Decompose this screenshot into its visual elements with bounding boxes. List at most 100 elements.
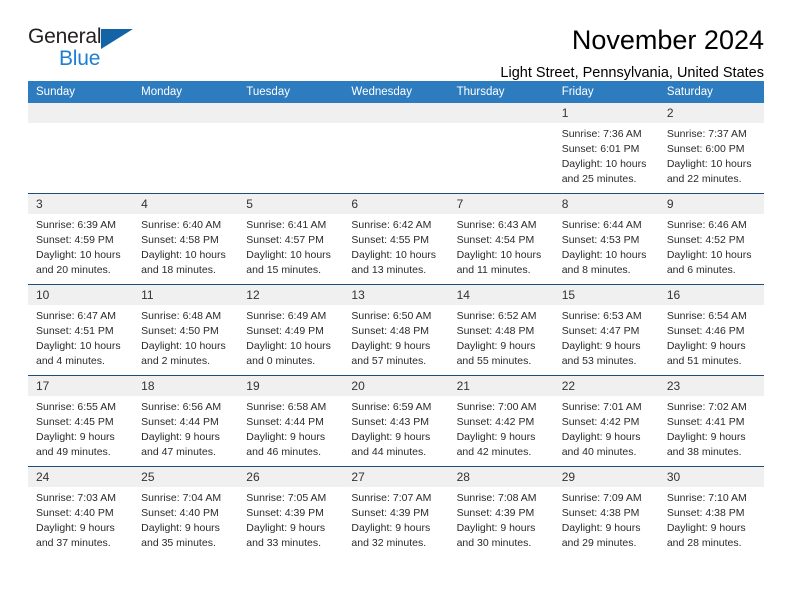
calendar-day-cell[interactable]: 8 Sunrise: 6:44 AM Sunset: 4:53 PM Daylight… bbox=[553, 193, 659, 285]
calendar-day-cell[interactable]: 24 Sunrise: 7:03 AM Sunset: 4:40 PM Dayligh… bbox=[28, 466, 134, 557]
sunset-time: Sunset: 4:57 PM bbox=[246, 234, 324, 247]
sunrise-time: Sunrise: 7:09 AM bbox=[561, 492, 642, 505]
calendar-cell-empty bbox=[238, 103, 344, 194]
daylight-duration: Daylight: 9 hours and 28 minutes. bbox=[666, 522, 746, 550]
calendar-day-cell[interactable]: 27 Sunrise: 7:07 AM Sunset: 4:39 PM Dayligh… bbox=[343, 466, 449, 557]
day-number: 10 bbox=[28, 285, 134, 306]
calendar-day-cell[interactable]: 22 Sunrise: 7:01 AM Sunset: 4:42 PM Dayligh… bbox=[553, 375, 659, 467]
calendar-day-cell[interactable]: 26 Sunrise: 7:05 AM Sunset: 4:39 PM Dayligh… bbox=[238, 466, 344, 557]
sunset-time: Sunset: 4:38 PM bbox=[561, 507, 640, 520]
sunset-time: Sunset: 4:44 PM bbox=[246, 416, 324, 429]
sunrise-time: Sunrise: 6:55 AM bbox=[36, 401, 116, 414]
calendar-day-cell[interactable]: 11 Sunrise: 6:48 AM Sunset: 4:50 PM Dayligh… bbox=[133, 284, 239, 376]
day-details: Sunrise: 6:39 AM Sunset: 4:59 PM Daylight:… bbox=[28, 214, 133, 278]
day-details: Sunrise: 6:48 AM Sunset: 4:50 PM Daylight:… bbox=[133, 305, 238, 369]
day-details: Sunrise: 6:54 AM Sunset: 4:46 PM Daylight:… bbox=[659, 305, 764, 369]
sunrise-time: Sunrise: 7:02 AM bbox=[666, 401, 747, 414]
day-details: Sunrise: 7:05 AM Sunset: 4:39 PM Daylight:… bbox=[238, 487, 343, 551]
calendar-day-cell[interactable]: 1 Sunrise: 7:36 AM Sunset: 6:01 PM Daylight… bbox=[553, 103, 659, 194]
day-number: 29 bbox=[553, 467, 659, 488]
sunrise-time: Sunrise: 6:53 AM bbox=[561, 310, 642, 323]
daylight-duration: Daylight: 9 hours and 53 minutes. bbox=[561, 340, 641, 368]
calendar-day-cell[interactable]: 30 Sunrise: 7:10 AM Sunset: 4:38 PM Dayligh… bbox=[658, 466, 764, 557]
day-details: Sunrise: 7:36 AM Sunset: 6:01 PM Daylight:… bbox=[554, 123, 659, 187]
day-details: Sunrise: 6:55 AM Sunset: 4:45 PM Daylight:… bbox=[28, 396, 133, 460]
calendar-day-cell[interactable]: 14 Sunrise: 6:52 AM Sunset: 4:48 PM Dayligh… bbox=[448, 284, 554, 376]
calendar-day-cell[interactable]: 23 Sunrise: 7:02 AM Sunset: 4:41 PM Dayligh… bbox=[658, 375, 764, 467]
sunset-time: Sunset: 4:40 PM bbox=[36, 507, 114, 520]
day-number: 26 bbox=[238, 467, 344, 488]
sunset-time: Sunset: 4:42 PM bbox=[561, 416, 640, 429]
day-details: Sunrise: 7:03 AM Sunset: 4:40 PM Daylight:… bbox=[28, 487, 133, 551]
sunrise-sunset-calendar: Sunday Monday Tuesday Wednesday Thursday… bbox=[28, 81, 764, 557]
weekday-header-saturday: Saturday bbox=[658, 81, 764, 103]
sunrise-time: Sunrise: 6:56 AM bbox=[141, 401, 222, 414]
daylight-duration: Daylight: 9 hours and 42 minutes. bbox=[456, 431, 536, 459]
calendar-day-cell[interactable]: 17 Sunrise: 6:55 AM Sunset: 4:45 PM Dayligh… bbox=[28, 375, 134, 467]
day-details: Sunrise: 6:41 AM Sunset: 4:57 PM Daylight:… bbox=[238, 214, 343, 278]
daylight-duration: Daylight: 9 hours and 57 minutes. bbox=[351, 340, 431, 368]
calendar-day-cell[interactable]: 28 Sunrise: 7:08 AM Sunset: 4:39 PM Dayligh… bbox=[448, 466, 554, 557]
daylight-duration: Daylight: 9 hours and 30 minutes. bbox=[456, 522, 536, 550]
sunrise-time: Sunrise: 7:08 AM bbox=[456, 492, 537, 505]
day-details: Sunrise: 6:59 AM Sunset: 4:43 PM Daylight:… bbox=[343, 396, 448, 460]
sunrise-time: Sunrise: 6:43 AM bbox=[456, 219, 537, 232]
sunrise-time: Sunrise: 6:41 AM bbox=[246, 219, 327, 232]
day-details: Sunrise: 6:44 AM Sunset: 4:53 PM Daylight:… bbox=[554, 214, 659, 278]
calendar-day-cell[interactable]: 18 Sunrise: 6:56 AM Sunset: 4:44 PM Dayligh… bbox=[133, 375, 239, 467]
calendar-day-cell[interactable]: 4 Sunrise: 6:40 AM Sunset: 4:58 PM Daylight… bbox=[133, 193, 239, 285]
sunset-time: Sunset: 4:55 PM bbox=[351, 234, 430, 247]
day-number: 20 bbox=[343, 376, 449, 397]
daylight-duration: Daylight: 9 hours and 40 minutes. bbox=[561, 431, 641, 459]
calendar-day-cell[interactable]: 25 Sunrise: 7:04 AM Sunset: 4:40 PM Dayligh… bbox=[133, 466, 239, 557]
day-number: 9 bbox=[658, 194, 764, 215]
calendar-day-cell[interactable]: 9 Sunrise: 6:46 AM Sunset: 4:52 PM Daylight… bbox=[658, 193, 764, 285]
calendar-day-cell[interactable]: 13 Sunrise: 6:50 AM Sunset: 4:48 PM Dayligh… bbox=[343, 284, 449, 376]
sunrise-time: Sunrise: 6:47 AM bbox=[36, 310, 116, 323]
day-number bbox=[28, 103, 134, 124]
weekday-header-sunday: Sunday bbox=[28, 81, 134, 103]
calendar-day-cell[interactable]: 16 Sunrise: 6:54 AM Sunset: 4:46 PM Dayligh… bbox=[658, 284, 764, 376]
daylight-duration: Daylight: 9 hours and 32 minutes. bbox=[351, 522, 431, 550]
calendar-day-cell[interactable]: 6 Sunrise: 6:42 AM Sunset: 4:55 PM Daylight… bbox=[343, 193, 449, 285]
day-details: Sunrise: 6:50 AM Sunset: 4:48 PM Daylight:… bbox=[343, 305, 448, 369]
daylight-duration: Daylight: 10 hours and 8 minutes. bbox=[561, 249, 647, 277]
day-details: Sunrise: 7:01 AM Sunset: 4:42 PM Daylight:… bbox=[554, 396, 659, 460]
calendar-day-cell[interactable]: 15 Sunrise: 6:53 AM Sunset: 4:47 PM Dayligh… bbox=[553, 284, 659, 376]
day-details: Sunrise: 6:43 AM Sunset: 4:54 PM Daylight:… bbox=[449, 214, 554, 278]
day-number: 7 bbox=[448, 194, 554, 215]
calendar-day-cell[interactable]: 2 Sunrise: 7:37 AM Sunset: 6:00 PM Daylight… bbox=[658, 103, 764, 194]
calendar-day-cell[interactable]: 7 Sunrise: 6:43 AM Sunset: 4:54 PM Daylight… bbox=[448, 193, 554, 285]
sunset-time: Sunset: 4:42 PM bbox=[456, 416, 535, 429]
daylight-duration: Daylight: 9 hours and 51 minutes. bbox=[666, 340, 746, 368]
sunset-time: Sunset: 4:44 PM bbox=[141, 416, 219, 429]
calendar-day-cell[interactable]: 3 Sunrise: 6:39 AM Sunset: 4:59 PM Daylight… bbox=[28, 193, 134, 285]
sunrise-time: Sunrise: 6:39 AM bbox=[36, 219, 116, 232]
calendar-day-cell[interactable]: 20 Sunrise: 6:59 AM Sunset: 4:43 PM Dayligh… bbox=[343, 375, 449, 467]
calendar-day-cell[interactable]: 21 Sunrise: 7:00 AM Sunset: 4:42 PM Dayligh… bbox=[448, 375, 554, 467]
day-number: 6 bbox=[343, 194, 449, 215]
calendar-day-cell[interactable]: 10 Sunrise: 6:47 AM Sunset: 4:51 PM Dayligh… bbox=[28, 284, 134, 376]
calendar-day-cell[interactable]: 19 Sunrise: 6:58 AM Sunset: 4:44 PM Dayligh… bbox=[238, 375, 344, 467]
calendar-cell-empty bbox=[133, 103, 239, 194]
daylight-duration: Daylight: 10 hours and 13 minutes. bbox=[351, 249, 437, 277]
daylight-duration: Daylight: 9 hours and 35 minutes. bbox=[141, 522, 220, 550]
calendar-page: General Blue November 2024 Light Street,… bbox=[0, 0, 792, 612]
calendar-cell-empty bbox=[448, 103, 554, 194]
sunset-time: Sunset: 4:39 PM bbox=[456, 507, 535, 520]
calendar-day-cell[interactable]: 5 Sunrise: 6:41 AM Sunset: 4:57 PM Daylight… bbox=[238, 193, 344, 285]
day-number: 24 bbox=[28, 467, 134, 488]
day-number: 2 bbox=[658, 103, 764, 124]
day-details: Sunrise: 6:40 AM Sunset: 4:58 PM Daylight:… bbox=[133, 214, 238, 278]
day-number: 4 bbox=[133, 194, 239, 215]
daylight-duration: Daylight: 9 hours and 37 minutes. bbox=[36, 522, 115, 550]
daylight-duration: Daylight: 9 hours and 46 minutes. bbox=[246, 431, 326, 459]
daylight-duration: Daylight: 10 hours and 11 minutes. bbox=[456, 249, 542, 277]
calendar-day-cell[interactable]: 29 Sunrise: 7:09 AM Sunset: 4:38 PM Dayligh… bbox=[553, 466, 659, 557]
calendar-week-row: 17 Sunrise: 6:55 AM Sunset: 4:45 PM Dayligh… bbox=[28, 375, 764, 467]
calendar-day-cell[interactable]: 12 Sunrise: 6:49 AM Sunset: 4:49 PM Dayligh… bbox=[238, 284, 344, 376]
sunset-time: Sunset: 4:41 PM bbox=[666, 416, 745, 429]
sunset-time: Sunset: 4:53 PM bbox=[561, 234, 640, 247]
sunset-time: Sunset: 4:48 PM bbox=[351, 325, 430, 338]
sunrise-time: Sunrise: 6:50 AM bbox=[351, 310, 432, 323]
